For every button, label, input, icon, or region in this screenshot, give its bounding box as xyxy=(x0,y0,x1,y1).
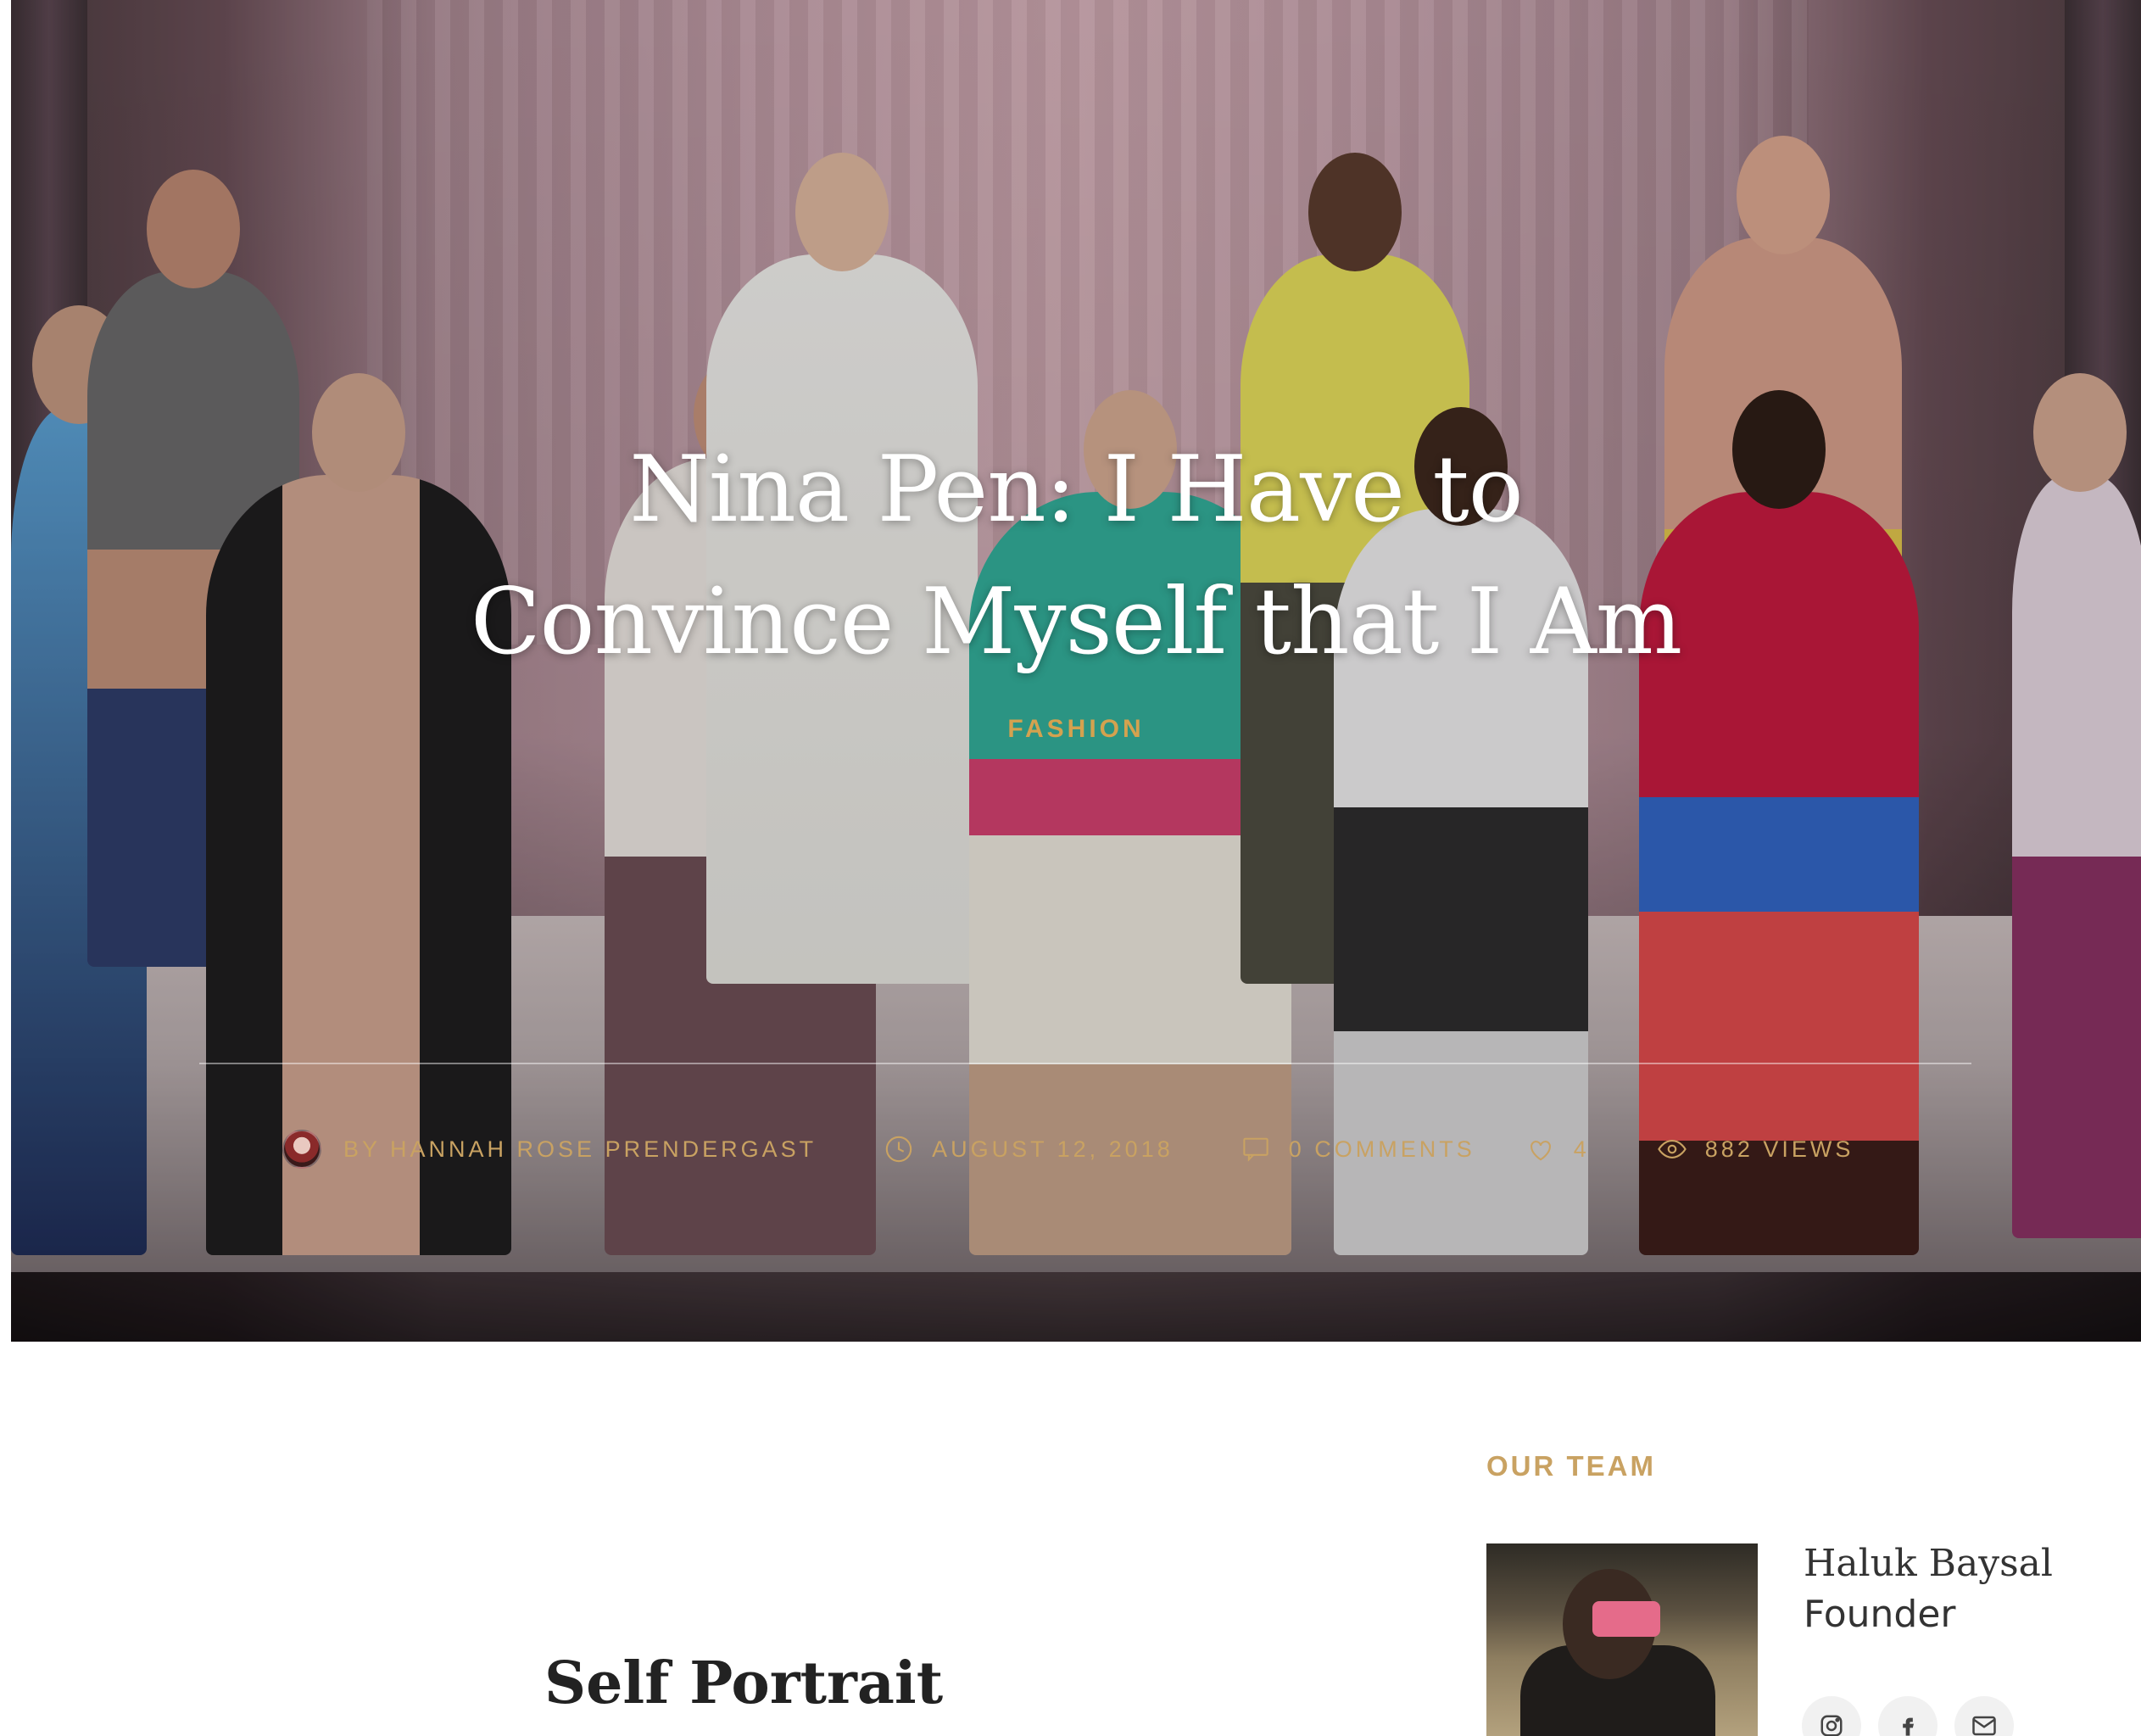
author-avatar xyxy=(282,1130,321,1169)
comment-icon xyxy=(1243,1137,1268,1162)
author-name[interactable]: BY HANNAH ROSE PRENDERGAST xyxy=(343,1136,817,1163)
views-meta: 882 VIEWS xyxy=(1657,1136,1854,1163)
section-heading: Self Portrait xyxy=(544,1649,944,1717)
hero-banner: Nina Pen: I Have to Convince Myself that… xyxy=(11,0,2141,1342)
post-date: AUGUST 12, 2018 xyxy=(932,1136,1174,1162)
comments-count[interactable]: 0 COMMENTS xyxy=(1289,1136,1475,1163)
clock-icon xyxy=(885,1136,912,1163)
team-member-social xyxy=(1802,1696,2014,1736)
author-meta[interactable]: BY HANNAH ROSE PRENDERGAST xyxy=(282,1130,817,1169)
photo-phone xyxy=(1592,1601,1660,1637)
views-count: 882 VIEWS xyxy=(1704,1136,1854,1162)
eye-icon xyxy=(1657,1140,1687,1158)
likes-count[interactable]: 4 xyxy=(1574,1136,1590,1163)
team-member-name[interactable]: Haluk Baysal xyxy=(1804,1542,2053,1585)
post-category-link[interactable]: FASHION xyxy=(11,715,2141,744)
instagram-icon[interactable] xyxy=(1802,1696,1861,1736)
hero-divider xyxy=(199,1063,1971,1064)
widget-title: OUR TEAM xyxy=(1486,1450,1656,1482)
date-meta: AUGUST 12, 2018 xyxy=(884,1135,1174,1164)
team-member-role: Founder xyxy=(1804,1593,1956,1636)
heart-icon xyxy=(1530,1141,1551,1161)
post-meta: BY HANNAH ROSE PRENDERGAST AUGUST 12, 20… xyxy=(282,1128,1921,1170)
post-title: Nina Pen: I Have to Convince Myself that… xyxy=(470,437,1682,675)
team-member-photo[interactable] xyxy=(1486,1543,1758,1736)
likes-meta[interactable]: 4 xyxy=(1526,1136,1590,1163)
comments-meta[interactable]: 0 COMMENTS xyxy=(1241,1136,1475,1163)
email-icon[interactable] xyxy=(1954,1696,2014,1736)
facebook-icon[interactable] xyxy=(1878,1696,1937,1736)
